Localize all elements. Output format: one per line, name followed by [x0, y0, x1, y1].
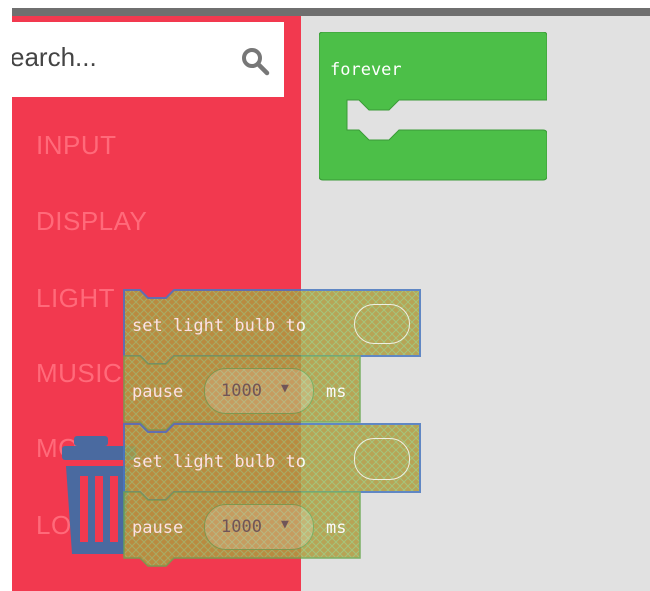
- pause-label: pause: [132, 382, 184, 402]
- pause-unit-label: ms: [326, 382, 347, 402]
- pause-duration-value: 1000: [221, 381, 262, 401]
- forever-label: forever: [330, 60, 402, 80]
- category-music[interactable]: MUSIC: [36, 358, 122, 389]
- dragged-block-stack[interactable]: set light bulb to pause 1000 ▼ ms set li…: [120, 286, 426, 576]
- category-input[interactable]: INPUT: [36, 130, 117, 161]
- search-input[interactable]: earch...: [12, 42, 97, 73]
- set-light-bulb-label: set light bulb to: [132, 316, 306, 336]
- pause-duration-field[interactable]: 1000 ▼: [204, 504, 314, 550]
- pause-duration-field[interactable]: 1000 ▼: [204, 368, 314, 414]
- pause-label: pause: [132, 518, 184, 538]
- top-bar: [12, 8, 650, 16]
- pause-duration-value: 1000: [221, 517, 262, 537]
- dropdown-arrow-icon: ▼: [281, 517, 289, 532]
- category-display[interactable]: DISPLAY: [36, 206, 147, 237]
- search-box[interactable]: earch...: [12, 22, 284, 97]
- dropdown-arrow-icon: ▼: [281, 381, 289, 396]
- pause-unit-label: ms: [326, 518, 347, 538]
- set-light-bulb-label: set light bulb to: [132, 452, 306, 472]
- light-value-slot[interactable]: [354, 304, 410, 344]
- category-light[interactable]: LIGHT: [36, 283, 115, 314]
- forever-block[interactable]: [319, 32, 547, 182]
- light-value-slot[interactable]: [354, 438, 410, 480]
- search-icon[interactable]: [240, 46, 270, 76]
